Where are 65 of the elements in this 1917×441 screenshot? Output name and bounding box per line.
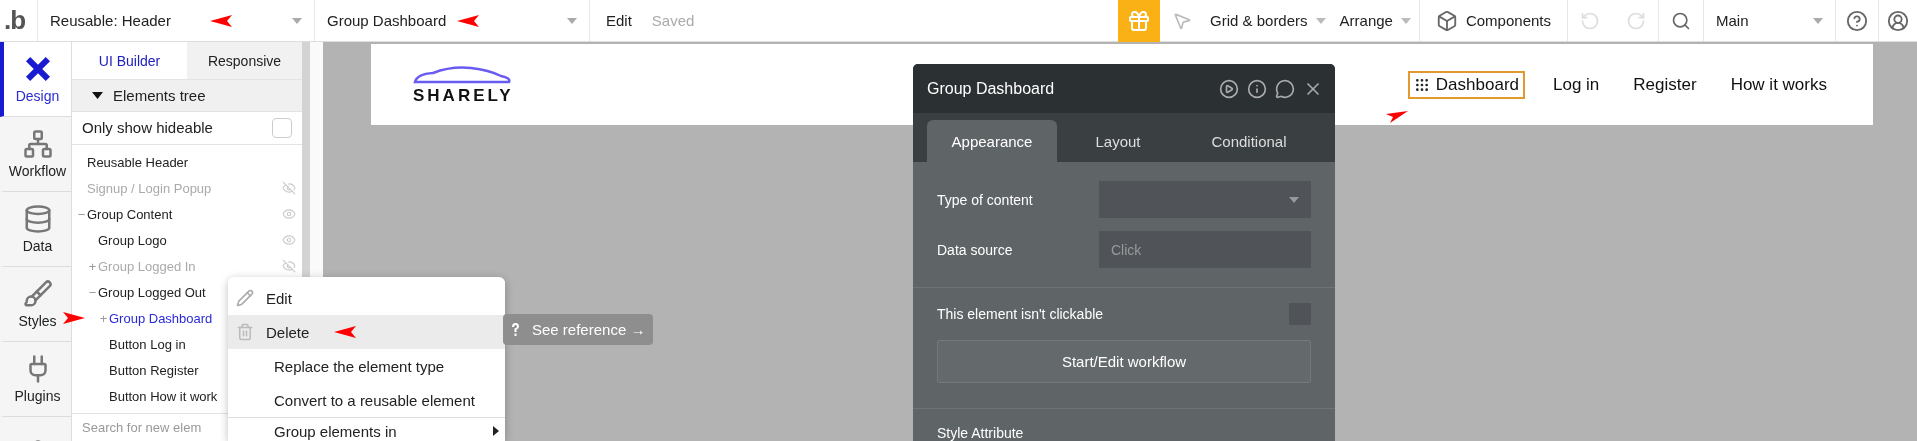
- help-icon[interactable]: [1846, 9, 1868, 32]
- sidebar-tab[interactable]: Design: [0, 42, 71, 117]
- caret-icon: [1289, 196, 1299, 203]
- save-status: Saved: [651, 12, 695, 29]
- section-title: Style Attribute: [937, 425, 1025, 441]
- caret-icon: [567, 17, 577, 24]
- workflow-button[interactable]: Start/Edit workflow: [937, 340, 1311, 383]
- caret-icon: [1400, 17, 1411, 24]
- tree-title: Elements tree: [113, 86, 206, 104]
- tree-item[interactable]: Group Content: [87, 206, 282, 222]
- menu-item[interactable]: Group elements in: [228, 417, 505, 441]
- user-icon[interactable]: [1887, 9, 1909, 32]
- property-tab[interactable]: Layout: [1063, 120, 1173, 162]
- page-dropdown[interactable]: Reusable: Header: [50, 12, 171, 29]
- edit-button[interactable]: Edit: [606, 12, 632, 29]
- pencil-icon: [236, 289, 254, 307]
- hierarchy-icon: [22, 129, 53, 159]
- collapse-triangle-icon[interactable]: [92, 91, 103, 99]
- grid-borders-menu[interactable]: Grid & borders: [1210, 12, 1308, 29]
- redo-icon[interactable]: [1626, 10, 1646, 31]
- info-icon[interactable]: [1247, 78, 1267, 99]
- property-tab[interactable]: Conditional: [1179, 120, 1319, 162]
- menu-item[interactable]: Delete: [228, 315, 505, 349]
- caret-icon: [1813, 17, 1823, 24]
- app-logo[interactable]: .b: [4, 5, 26, 36]
- nav-link[interactable]: Log in: [1547, 70, 1606, 99]
- eye-icon[interactable]: [282, 207, 296, 222]
- comment-icon[interactable]: [1275, 78, 1295, 99]
- property-tab[interactable]: Appearance: [927, 120, 1057, 162]
- filter-label: Only show hideable: [82, 119, 213, 137]
- trash-icon: [236, 323, 254, 341]
- nav-link[interactable]: Register: [1627, 70, 1703, 99]
- search-icon[interactable]: [1671, 10, 1691, 31]
- gift-button[interactable]: [1118, 0, 1160, 42]
- brush-icon: [22, 279, 53, 309]
- menu-item[interactable]: Convert to a reusable element: [228, 383, 505, 417]
- menu-item[interactable]: Replace the element type: [228, 349, 505, 383]
- undo-icon[interactable]: [1580, 10, 1600, 31]
- brand-name: SHARELY: [413, 85, 514, 106]
- panel-title: Group Dashboard: [927, 79, 1056, 98]
- cube-icon: [1435, 9, 1458, 32]
- eye-off-icon[interactable]: [282, 181, 296, 196]
- element-dropdown[interactable]: Group Dashboard: [327, 12, 447, 29]
- panel-tab[interactable]: Responsive: [187, 42, 302, 81]
- checkbox-label: This element isn't clickable: [937, 306, 1104, 322]
- caret-icon: [292, 17, 302, 24]
- tree-item[interactable]: Group Logo: [98, 232, 282, 248]
- nav-link[interactable]: How it works: [1724, 70, 1833, 99]
- components-button[interactable]: Components: [1435, 9, 1551, 32]
- field-label: Type of content: [937, 191, 1034, 208]
- menu-item[interactable]: Edit: [228, 281, 505, 315]
- caret-icon: [1315, 17, 1326, 24]
- question-mark-icon: [511, 322, 520, 337]
- arrange-menu[interactable]: Arrange: [1339, 12, 1393, 29]
- gift-icon: [1127, 9, 1151, 33]
- eye-icon[interactable]: [282, 233, 296, 248]
- data-source-field[interactable]: Click: [1099, 231, 1311, 268]
- filter-checkbox[interactable]: [272, 117, 292, 138]
- content-type-dropdown[interactable]: [1099, 181, 1311, 218]
- field-label: Data source: [937, 241, 1014, 258]
- car-logo-icon: [413, 63, 514, 86]
- play-icon[interactable]: [1219, 78, 1239, 99]
- version-dropdown[interactable]: Main: [1716, 12, 1749, 29]
- eye-off-icon[interactable]: [282, 259, 296, 274]
- tree-item[interactable]: Reusable Header: [87, 154, 296, 170]
